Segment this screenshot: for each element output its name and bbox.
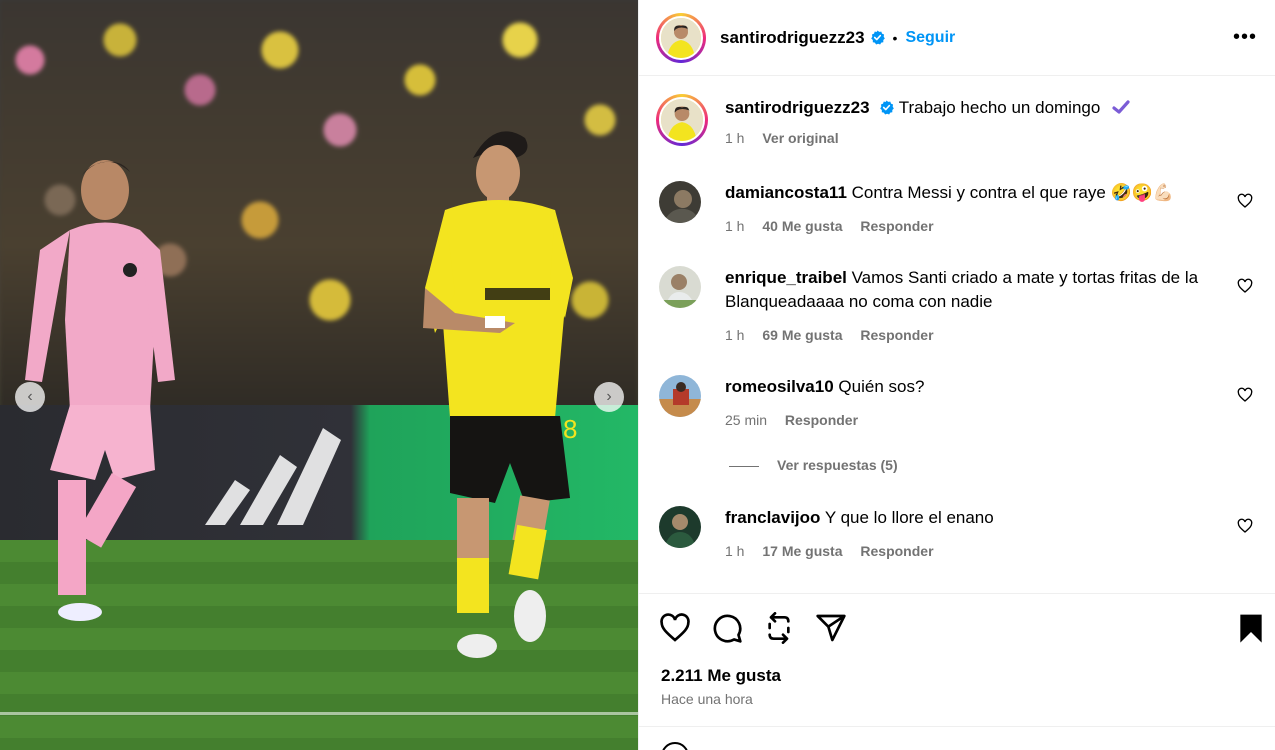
pitch-line [0,712,638,715]
comment-username[interactable]: romeosilva10 [725,377,834,396]
view-replies-button[interactable]: Ver respuestas (5) [729,457,898,473]
chevron-right-icon: › [606,388,612,405]
repost-icon[interactable] [763,612,795,644]
reply-button[interactable]: Responder [860,543,933,559]
emoji-icon[interactable] [661,742,689,750]
comment-meta: 1 h 17 Me gusta Responder [725,543,948,559]
heart-icon[interactable] [659,612,691,644]
post-timestamp: Hace una hora [661,691,753,707]
adidas-logo [205,428,341,525]
separator-dot: • [892,29,898,46]
comments-list[interactable]: santirodriguezz23 Trabajo hecho un domin… [639,77,1275,593]
share-icon[interactable] [815,612,847,644]
svg-text:8: 8 [563,414,577,444]
likes-count[interactable]: 2.211 Me gusta [661,666,781,686]
comment-username[interactable]: enrique_traibel [725,268,847,287]
comment-username[interactable]: franclavijoo [725,508,820,527]
comment-icon[interactable] [711,612,743,644]
comment-text: enrique_traibel Vamos Santi criado a mat… [725,266,1225,314]
reply-button[interactable]: Responder [860,327,933,343]
caption-username[interactable]: santirodriguezz23 [725,98,870,117]
avatar-image [661,17,701,58]
checkmark-emoji-icon [1112,100,1130,114]
avatar-image [661,99,703,141]
next-image-button[interactable]: › [594,382,624,412]
commenter-avatar[interactable] [659,181,701,223]
comment-username[interactable]: damiancosta11 [725,183,847,202]
commenter-avatar[interactable] [659,375,701,417]
caption-body: Trabajo hecho un domingo [898,98,1101,117]
follow-button[interactable]: Seguir [905,29,955,47]
comment-text: franclavijoo Y que lo llore el enano [725,506,1225,530]
avatar-image [659,506,701,548]
bookmark-icon[interactable] [1235,612,1267,644]
heart-icon[interactable] [1237,193,1253,209]
comment-time: 1 h [725,327,745,343]
comment-text: romeosilva10 Quién sos? [725,375,1225,399]
comment-meta: 1 h 40 Me gusta Responder [725,218,948,234]
caption-time: 1 h [725,130,745,146]
author-avatar[interactable] [656,12,706,63]
heart-icon[interactable] [1237,518,1253,534]
comment-likes[interactable]: 69 Me gusta [762,327,842,343]
post-header: santirodriguezz23 • Seguir ••• [639,0,1275,76]
reply-button[interactable]: Responder [785,412,858,428]
caption-meta: 1 h Ver original [725,130,853,146]
comment-text: damiancosta11 Contra Messi y contra el q… [725,181,1225,205]
comment-meta: 1 h 69 Me gusta Responder [725,327,948,343]
more-icon[interactable]: ••• [1233,26,1257,49]
verified-icon [880,100,895,115]
post-image[interactable]: 8 ‹ › [0,0,638,750]
comment-body: Quién sos? [838,377,925,396]
divider [639,726,1275,727]
previous-image-button[interactable]: ‹ [15,382,45,412]
comment-body: Y que lo llore el enano [824,508,994,527]
reply-button[interactable]: Responder [860,218,933,234]
avatar-image [659,375,701,417]
action-bar [639,593,1275,663]
heart-icon[interactable] [1237,387,1253,403]
avatar-image [659,181,701,223]
comment-body: Contra Messi y contra el que raye 🤣🤪💪🏻 [851,183,1175,202]
player-yellow-kit: 8 [423,131,577,658]
caption-avatar[interactable] [656,94,708,146]
commenter-avatar[interactable] [659,506,701,548]
heart-icon[interactable] [1237,278,1253,294]
commenter-avatar[interactable] [659,266,701,308]
see-original-link[interactable]: Ver original [762,130,838,146]
author-username[interactable]: santirodriguezz23 [720,28,865,48]
comment-meta: 25 min Responder [725,412,872,428]
comment-likes[interactable]: 17 Me gusta [762,543,842,559]
comment-time: 25 min [725,412,768,428]
verified-icon [870,30,885,45]
chevron-left-icon: ‹ [27,388,33,405]
comment-time: 1 h [725,218,745,234]
caption-text: santirodriguezz23 Trabajo hecho un domin… [725,96,1225,120]
post-side-panel: santirodriguezz23 • Seguir ••• santirodr… [638,0,1275,750]
avatar-image [659,266,701,308]
comment-likes[interactable]: 40 Me gusta [762,218,842,234]
comment-time: 1 h [725,543,745,559]
